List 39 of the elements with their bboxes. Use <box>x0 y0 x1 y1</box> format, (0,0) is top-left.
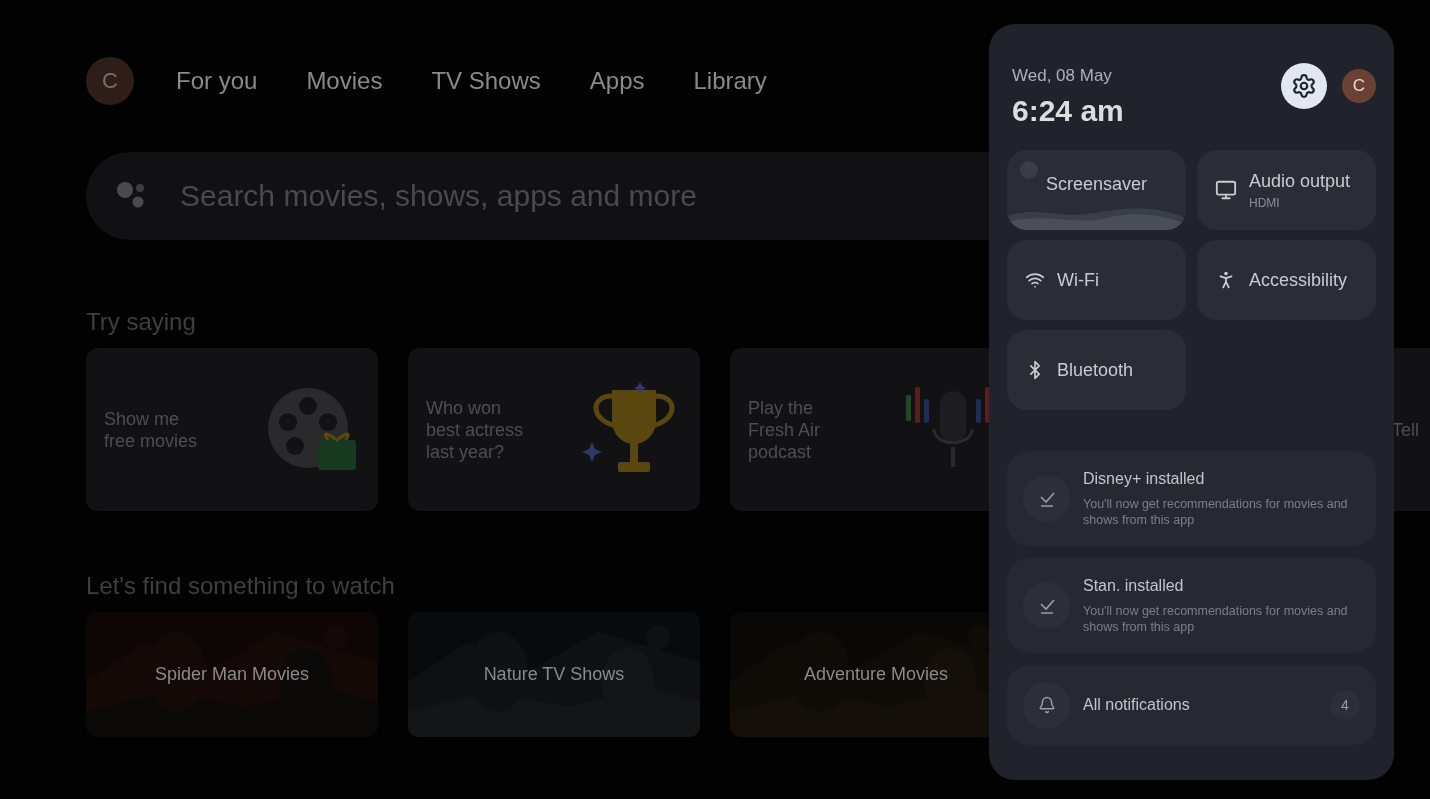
nav-tab[interactable]: For you <box>176 67 258 95</box>
suggestion-text: Who won best actress last year? <box>426 396 525 463</box>
quick-setting-tile[interactable]: Bluetooth <box>1007 330 1186 410</box>
notification-title: Disney+ installed <box>1083 469 1206 488</box>
notification-title: Stan. installed <box>1083 576 1185 595</box>
date-text: Wed, 08 May <box>1012 66 1113 86</box>
profile-avatar[interactable]: C <box>86 57 134 105</box>
settings-icon <box>1291 73 1317 99</box>
monitor-icon <box>1215 179 1237 201</box>
category-tile[interactable]: Nature TV Shows <box>408 612 700 737</box>
category-label: Spider Man Movies <box>154 664 310 685</box>
quick-setting-tile[interactable]: Audio output HDMI <box>1197 150 1376 230</box>
notification-body: You'll now get recommendations for movies and shows from this app <box>1083 495 1349 528</box>
notification-body: You'll now get recommendations for movies and shows from this app <box>1083 602 1349 635</box>
bell-icon <box>1037 696 1056 714</box>
profile-avatar[interactable]: C <box>1342 69 1376 103</box>
category-tile[interactable]: Spider Man Movies <box>86 612 378 737</box>
category-label: Nature TV Shows <box>483 664 625 685</box>
wifi-icon <box>1025 270 1045 290</box>
suggestion-text: Play the Fresh Air podcast <box>748 396 822 463</box>
nav-tab[interactable]: Apps <box>589 67 645 95</box>
quick-setting-tile[interactable]: Accessibility <box>1197 240 1376 320</box>
nav-tab[interactable]: TV Shows <box>431 67 541 95</box>
count-badge: 4 <box>1330 690 1360 720</box>
quick-setting-tile[interactable]: Screensaver <box>1007 150 1186 230</box>
notification-title: All notifications <box>1083 696 1190 714</box>
quick-setting-tile[interactable]: Wi-Fi <box>1007 240 1186 320</box>
section-title: Let's find something to watch <box>86 572 395 600</box>
time-text: 6:24 am <box>1012 94 1124 128</box>
notification-card[interactable]: All notifications 4 <box>1007 665 1376 745</box>
nav-tab[interactable]: Library <box>693 67 767 95</box>
category-label: Adventure Movies <box>803 664 949 685</box>
suggestion-text: Show me free movies <box>104 407 199 452</box>
suggestion-text: Tell <box>1392 418 1420 441</box>
nav-tab[interactable]: Movies <box>306 67 383 95</box>
section-title: Try saying <box>86 308 196 336</box>
settings-button[interactable] <box>1281 63 1327 109</box>
notification-card[interactable]: Stan. installed You'll now get recommendations for movies and shows from this app <box>1007 558 1376 653</box>
notification-card[interactable]: Disney+ installed You'll now get recommendations for movies and shows from this app <box>1007 451 1376 546</box>
